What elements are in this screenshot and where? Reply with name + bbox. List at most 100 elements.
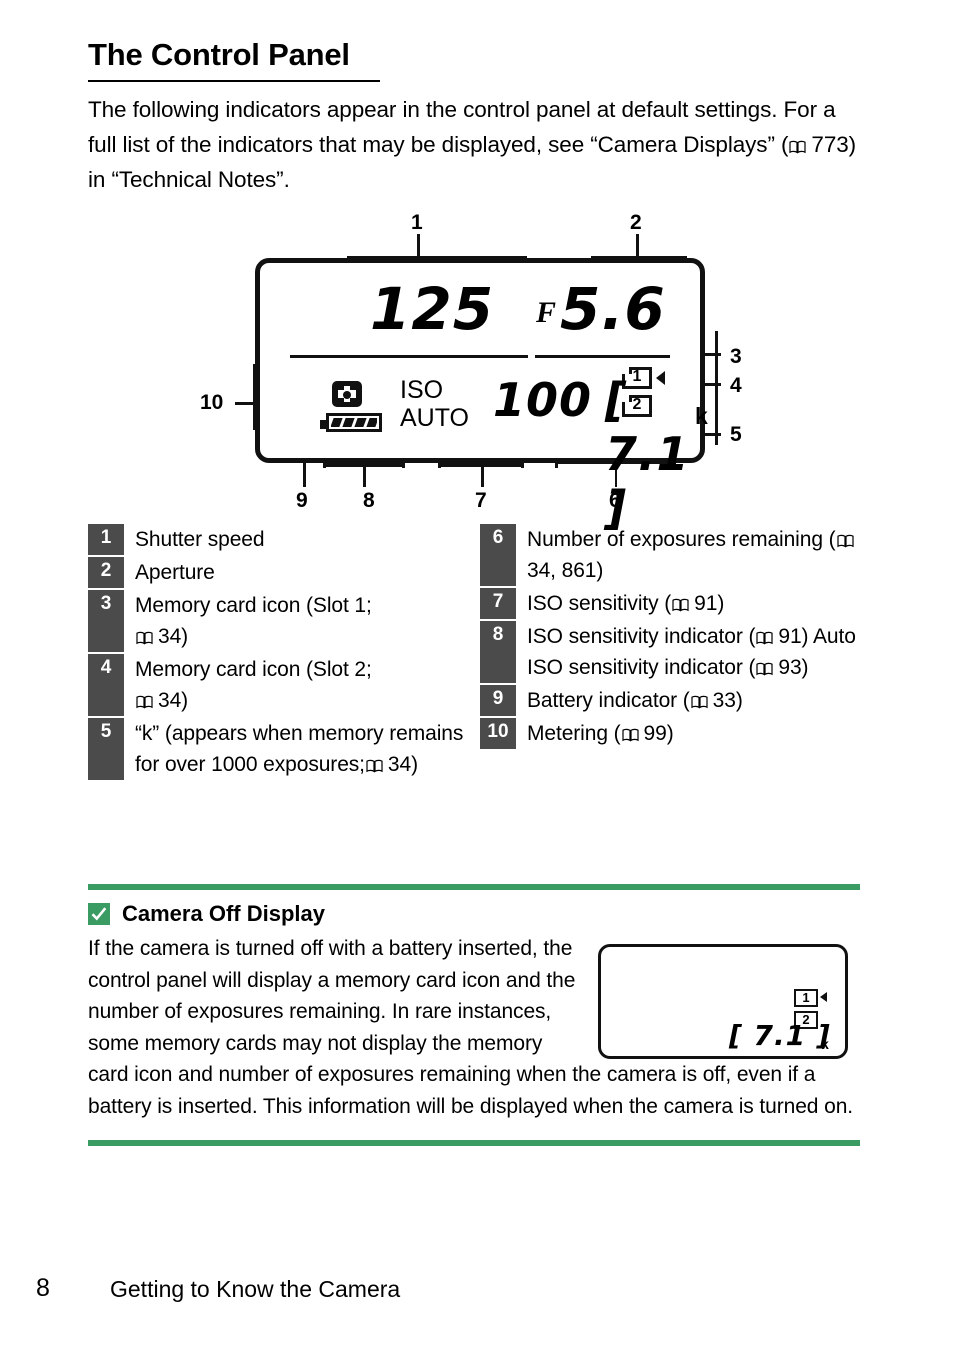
item-ref-page: 33 xyxy=(712,689,736,712)
book-reference-icon xyxy=(366,759,383,773)
list-item: 6 Number of exposures remaining (34, 861… xyxy=(480,524,860,586)
item-text-after: ) xyxy=(596,559,604,582)
exposures-unit-k: k xyxy=(695,403,708,429)
book-reference-icon xyxy=(136,695,153,709)
control-panel-figure: 1 2 3 4 5 6 7 8 9 10 125 F 5.6 1 2 ISO A… xyxy=(195,211,760,535)
list-item: 4 Memory card icon (Slot 2; 34) xyxy=(88,654,468,716)
book-reference-icon xyxy=(621,728,639,742)
book-reference-icon xyxy=(836,534,854,548)
callout-8: 8 xyxy=(363,489,375,512)
mini-active-slot-arrow-icon xyxy=(820,992,827,1002)
item-text: Memory card icon (Slot 1; 34) xyxy=(124,590,468,652)
note-header: Camera Off Display xyxy=(88,901,860,927)
item-number-badge: 1 xyxy=(88,524,124,555)
book-reference-icon xyxy=(691,695,708,709)
mini-memory-card-slot1-icon: 1 xyxy=(794,989,818,1007)
note-top-rule xyxy=(88,884,860,890)
leader-line-2 xyxy=(636,234,639,258)
callout-10: 10 xyxy=(200,391,224,414)
callout-3: 3 xyxy=(730,345,742,368)
item-text: Battery indicator ( 33) xyxy=(516,685,860,716)
index-column-right: 6 Number of exposures remaining (34, 861… xyxy=(480,524,860,751)
item-ref-page: 99 xyxy=(643,722,667,745)
book-reference-icon xyxy=(756,631,773,645)
item-number-badge: 10 xyxy=(480,718,516,749)
auto-label: AUTO xyxy=(400,404,469,432)
callout-7: 7 xyxy=(475,489,487,512)
callout-2: 2 xyxy=(630,211,642,234)
list-item: 3 Memory card icon (Slot 1; 34) xyxy=(88,590,468,652)
title-underline xyxy=(88,80,380,82)
item-ref-page: 34 xyxy=(158,689,182,712)
item-ref-page: 34 xyxy=(158,625,182,648)
leader-vertical-right xyxy=(715,331,718,445)
item-text-main: Metering ( xyxy=(527,722,621,745)
item-text: Number of exposures remaining (34, 861) xyxy=(516,524,860,586)
battery-full-icon xyxy=(320,413,382,432)
iso-auto-label: ISO AUTO xyxy=(400,376,469,432)
book-reference-icon xyxy=(789,140,807,154)
item-number-badge: 4 xyxy=(88,654,124,716)
exposures-remaining-value: [ 7.1 ] xyxy=(605,373,690,535)
shutter-speed-value: 125 xyxy=(370,275,495,343)
note-bottom-rule xyxy=(88,1140,860,1146)
aperture-value: 5.6 xyxy=(560,275,666,343)
page-number: 8 xyxy=(36,1274,50,1302)
manual-page: The Control Panel The following indicato… xyxy=(0,0,954,1345)
item-text-after: ) xyxy=(181,689,189,712)
item-text: ISO sensitivity ( 91) xyxy=(516,588,860,619)
item-text-after: ) xyxy=(666,722,674,745)
item-number-badge: 6 xyxy=(480,524,516,586)
callout-4: 4 xyxy=(730,374,742,397)
item-ref-page: 91 xyxy=(694,592,718,615)
item-text: Memory card icon (Slot 2; 34) xyxy=(124,654,468,716)
list-item: 8 ISO sensitivity indicator (91) Auto IS… xyxy=(480,621,860,683)
item-text-after: ) xyxy=(181,625,189,648)
intro-text-before-ref: The following indicators appear in the c… xyxy=(88,97,836,157)
item-text: “k” (appears when memory remains for ove… xyxy=(124,718,468,780)
intro-ref-page: 773 xyxy=(811,132,849,157)
item-number-badge: 3 xyxy=(88,590,124,652)
mini-slot1-label: 1 xyxy=(802,990,810,1005)
item-text-main: Memory card icon (Slot 1; xyxy=(135,594,372,617)
item-text-after-2: ) xyxy=(801,656,809,679)
lcd-panel: 125 F 5.6 1 2 ISO AUTO 100 [7.1] k xyxy=(255,258,708,535)
list-item: 2 Aperture xyxy=(88,557,468,588)
item-number-badge: 7 xyxy=(480,588,516,619)
item-text-after: ) xyxy=(411,753,418,776)
iso-label: ISO xyxy=(400,376,444,404)
item-ref-page-2: 93 xyxy=(778,656,802,679)
item-text-main: ISO sensitivity ( xyxy=(527,592,672,615)
checkmark-icon xyxy=(88,903,110,925)
list-item: 5 “k” (appears when memory remains for o… xyxy=(88,718,468,780)
iso-value: 100 xyxy=(493,373,593,427)
lcd-divider-right xyxy=(535,355,670,358)
index-column-left: 1 Shutter speed 2 Aperture 3 Memory card… xyxy=(88,524,468,782)
list-item: 10 Metering ( 99) xyxy=(480,718,860,749)
callout-5: 5 xyxy=(730,423,742,446)
item-number-badge: 2 xyxy=(88,557,124,588)
item-ref-page: 34, 861 xyxy=(527,559,597,582)
list-item: 1 Shutter speed xyxy=(88,524,468,555)
item-text-main: Battery indicator ( xyxy=(527,689,690,712)
callout-9: 9 xyxy=(296,489,308,512)
note-body-bottom: card icon and number of exposures remain… xyxy=(88,1063,854,1118)
list-item: 9 Battery indicator (33) xyxy=(480,685,860,716)
item-text-main: ISO sensitivity indicator ( xyxy=(527,625,756,648)
intro-paragraph: The following indicators appear in the c… xyxy=(88,92,858,197)
item-text: Aperture xyxy=(135,561,215,584)
lcd-divider-left xyxy=(290,355,528,358)
item-text: Shutter speed xyxy=(135,528,265,551)
camera-off-display-note: Camera Off Display If the camera is turn… xyxy=(88,884,860,1146)
aperture-f-symbol: F xyxy=(536,296,557,329)
item-text-after: ) xyxy=(717,592,725,615)
item-number-badge: 5 xyxy=(88,718,124,780)
book-reference-icon xyxy=(672,598,689,612)
item-text-after: ) xyxy=(735,689,743,712)
book-reference-icon xyxy=(756,662,773,676)
item-ref-page: 34 xyxy=(387,753,412,776)
leader-line-9 xyxy=(303,463,306,487)
item-text: Metering ( 99) xyxy=(516,718,860,749)
item-number-badge: 8 xyxy=(480,621,516,683)
book-reference-icon xyxy=(136,631,153,645)
